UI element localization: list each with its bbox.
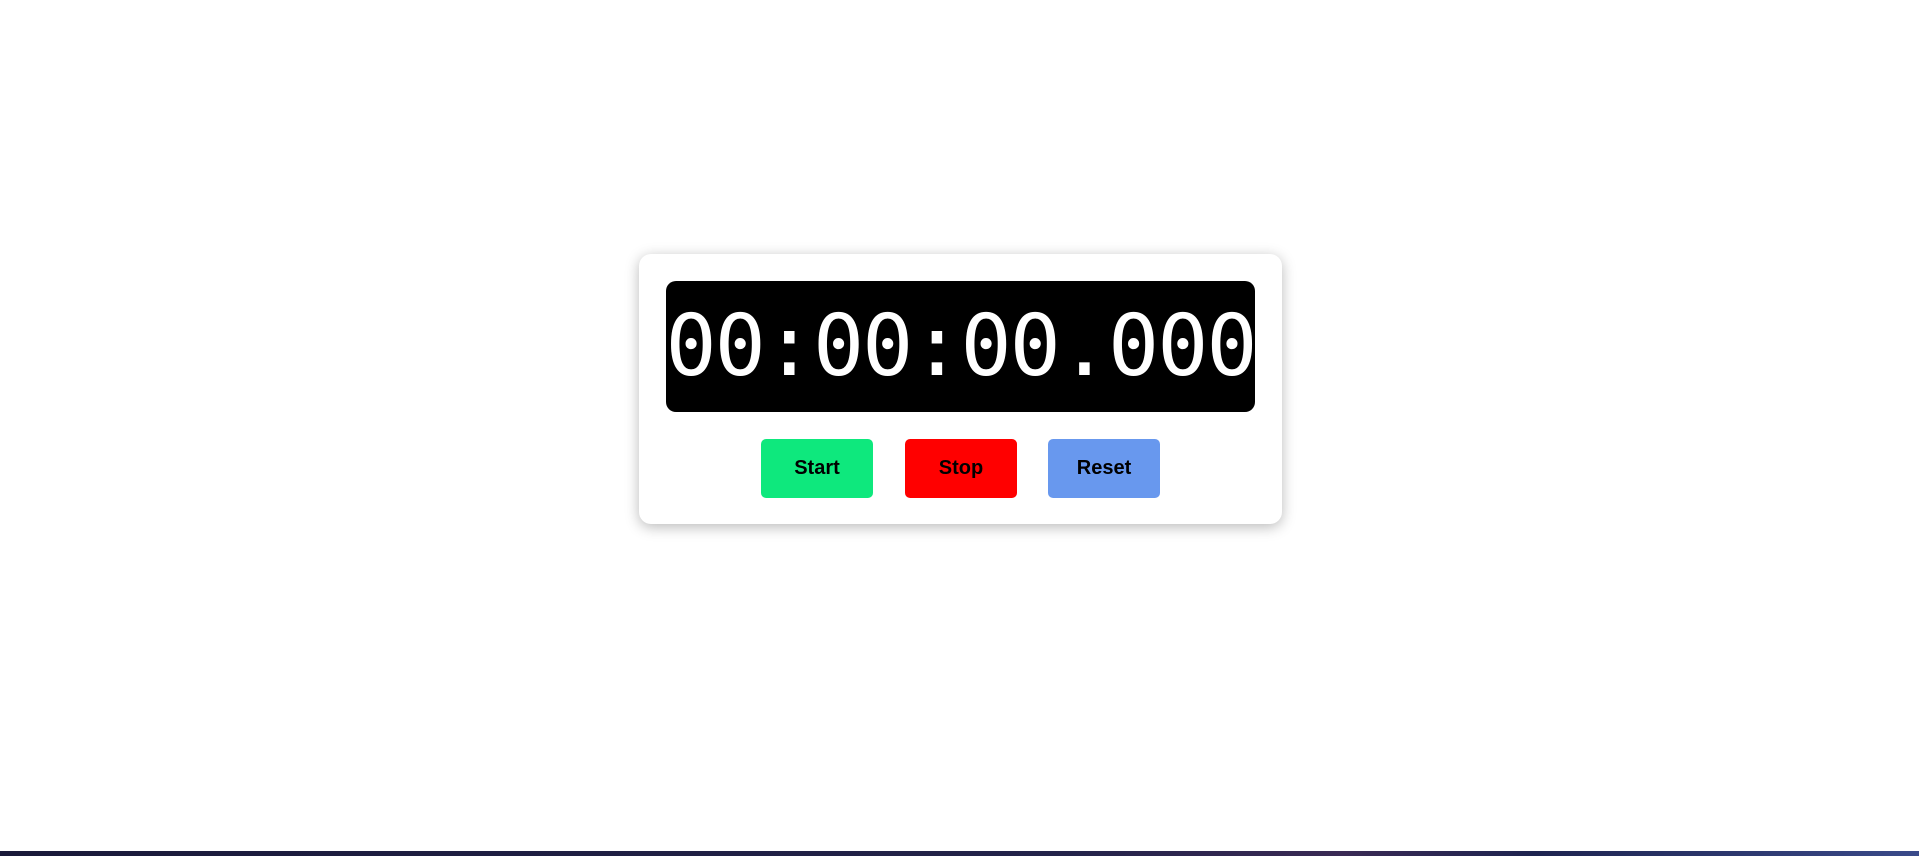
page: 00:00:00.000 Start Stop Reset <box>0 0 1919 856</box>
taskbar-edge <box>0 851 1919 856</box>
time-display: 00:00:00.000 <box>665 281 1258 412</box>
time-display-text: 00:00:00.000 <box>665 297 1257 396</box>
reset-button[interactable]: Reset <box>1048 439 1160 498</box>
start-button[interactable]: Start <box>761 439 873 498</box>
controls: Start Stop Reset <box>639 439 1282 498</box>
stopwatch-card: 00:00:00.000 Start Stop Reset <box>639 254 1282 524</box>
stop-button[interactable]: Stop <box>905 439 1017 498</box>
